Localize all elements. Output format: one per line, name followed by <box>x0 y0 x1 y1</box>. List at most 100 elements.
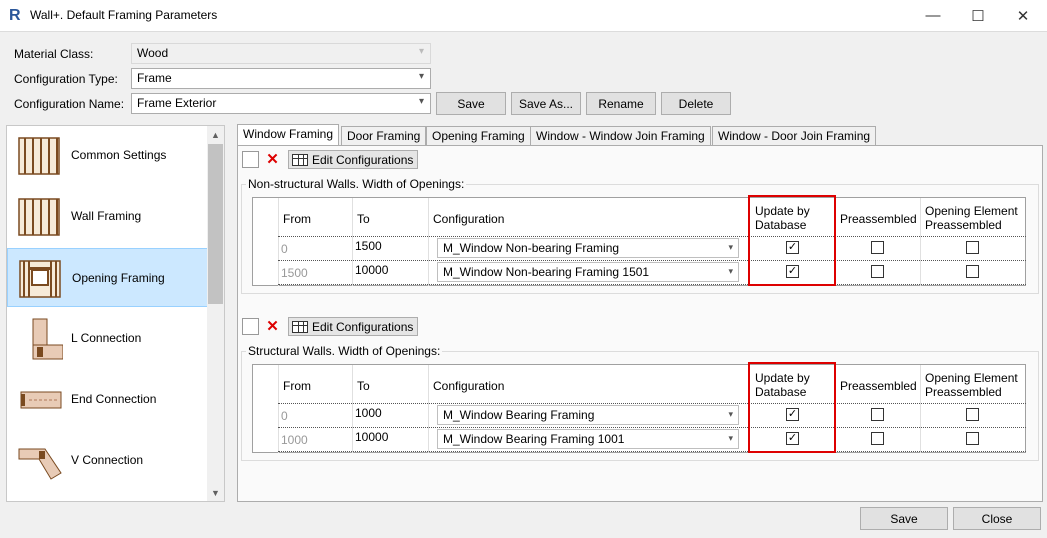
configuration-value: M_Window Bearing Framing <box>443 408 595 422</box>
preassembled-checkbox[interactable] <box>871 408 884 421</box>
nav-label: Common Settings <box>71 148 167 162</box>
tab-window-window-join-framing[interactable]: Window - Window Join Framing <box>530 126 711 145</box>
tab-opening-framing[interactable]: Opening Framing <box>426 126 531 145</box>
close-window-button[interactable]: ✕ <box>1000 0 1046 31</box>
configuration-name-value: Frame Exterior <box>137 96 217 110</box>
chevron-down-icon: ▾ <box>728 242 733 252</box>
table-icon <box>292 321 308 333</box>
column-header-preassembled: Preassembled <box>840 379 917 393</box>
configuration-name-select[interactable]: Frame Exterior ▾ <box>131 93 431 114</box>
window-title: Wall+. Default Framing Parameters <box>30 8 218 22</box>
l-connection-icon <box>32 318 63 360</box>
configuration-value: M_Window Non-bearing Framing 1501 <box>443 265 650 279</box>
minimize-button[interactable]: — <box>910 0 956 31</box>
nonstructural-table: From To Configuration Update by Database… <box>252 197 1026 286</box>
material-class-select: Wood ▾ <box>131 43 431 64</box>
to-cell[interactable]: 1500 <box>355 239 382 253</box>
column-header-from: From <box>283 212 311 226</box>
configuration-name-label: Configuration Name: <box>14 97 125 111</box>
column-header-from: From <box>283 379 311 393</box>
delete-button[interactable]: Delete <box>661 92 731 115</box>
configuration-type-value: Frame <box>137 71 172 85</box>
new-row-icon[interactable] <box>242 151 259 168</box>
nav-scrollbar[interactable]: ▲ ▼ <box>207 126 224 501</box>
nav-item-opening-framing[interactable]: Opening Framing <box>7 248 208 307</box>
structural-table: From To Configuration Update by Database… <box>252 364 1026 453</box>
highlight-box <box>748 195 836 286</box>
new-row-icon[interactable] <box>242 318 259 335</box>
preassembled-checkbox[interactable] <box>871 241 884 254</box>
chevron-down-icon: ▾ <box>418 96 424 107</box>
tab-door-framing[interactable]: Door Framing <box>341 126 427 145</box>
nav-label: L Connection <box>71 331 142 345</box>
configuration-type-label: Configuration Type: <box>14 72 118 86</box>
highlight-box <box>748 362 836 453</box>
configuration-type-select[interactable]: Frame ▾ <box>131 68 431 89</box>
edit-configurations-button[interactable]: Edit Configurations <box>288 150 419 169</box>
delete-row-icon[interactable]: ✕ <box>264 151 281 168</box>
nav-label: Opening Framing <box>72 271 165 285</box>
chevron-down-icon: ▾ <box>728 433 733 443</box>
preassembled-checkbox[interactable] <box>871 265 884 278</box>
column-header-opening-element-preassembled: Opening Element Preassembled <box>925 371 1018 399</box>
nav-item-l-connection[interactable]: L Connection <box>7 309 208 368</box>
v-connection-icon <box>18 448 62 480</box>
scroll-down-icon[interactable]: ▼ <box>207 484 224 501</box>
save-button[interactable]: Save <box>860 507 948 530</box>
to-cell[interactable]: 1000 <box>355 406 382 420</box>
scroll-up-icon[interactable]: ▲ <box>207 126 224 143</box>
configuration-value: M_Window Bearing Framing 1001 <box>443 432 625 446</box>
preassembled-checkbox[interactable] <box>871 432 884 445</box>
studs-icon <box>18 137 60 175</box>
from-cell[interactable]: 1000 <box>281 433 308 447</box>
opening-element-preassembled-checkbox[interactable] <box>966 408 979 421</box>
save-configuration-button[interactable]: Save <box>436 92 506 115</box>
from-cell[interactable]: 0 <box>281 409 288 423</box>
chevron-down-icon: ▾ <box>418 46 424 57</box>
to-cell[interactable]: 10000 <box>355 263 388 277</box>
nav-item-end-connection[interactable]: End Connection <box>7 370 208 429</box>
configuration-select[interactable]: M_Window Non-bearing Framing 1501 ▾ <box>437 262 739 282</box>
end-connection-icon <box>20 391 62 409</box>
settings-nav-panel: Common Settings Wall Framing Opening Fra… <box>6 125 225 502</box>
structural-title: Structural Walls. Width of Openings: <box>246 344 443 358</box>
nav-item-common-settings[interactable]: Common Settings <box>7 126 208 185</box>
edit-configurations-button[interactable]: Edit Configurations <box>288 317 419 336</box>
table-icon <box>292 154 308 166</box>
configuration-select[interactable]: M_Window Non-bearing Framing ▾ <box>437 238 739 258</box>
column-header-configuration: Configuration <box>433 212 505 226</box>
nav-label: V Connection <box>71 453 144 467</box>
tab-window-framing[interactable]: Window Framing <box>237 124 340 146</box>
rename-button[interactable]: Rename <box>586 92 656 115</box>
chevron-down-icon: ▾ <box>728 266 733 276</box>
studs-icon <box>18 198 60 236</box>
tab-window-door-join-framing[interactable]: Window - Door Join Framing <box>712 126 877 145</box>
window-frame-icon <box>19 260 61 298</box>
column-header-preassembled: Preassembled <box>840 212 917 226</box>
configuration-select[interactable]: M_Window Bearing Framing ▾ <box>437 405 739 425</box>
delete-row-icon[interactable]: ✕ <box>264 318 281 335</box>
to-cell[interactable]: 10000 <box>355 430 388 444</box>
chevron-down-icon: ▾ <box>418 71 424 82</box>
column-header-opening-element-preassembled: Opening Element Preassembled <box>925 204 1018 232</box>
revit-app-icon: R <box>9 7 21 24</box>
configuration-value: M_Window Non-bearing Framing <box>443 241 620 255</box>
scrollbar-thumb[interactable] <box>208 144 223 304</box>
column-header-to: To <box>357 379 370 393</box>
opening-element-preassembled-checkbox[interactable] <box>966 241 979 254</box>
from-cell[interactable]: 1500 <box>281 266 308 280</box>
save-as-button[interactable]: Save As... <box>511 92 581 115</box>
nav-label: Wall Framing <box>71 209 142 223</box>
opening-element-preassembled-checkbox[interactable] <box>966 265 979 278</box>
material-class-label: Material Class: <box>14 47 94 61</box>
nav-label: End Connection <box>71 392 157 406</box>
nav-item-v-connection[interactable]: V Connection <box>7 431 208 490</box>
nonstructural-title: Non-structural Walls. Width of Openings: <box>246 177 467 191</box>
configuration-select[interactable]: M_Window Bearing Framing 1001 ▾ <box>437 429 739 449</box>
nav-item-wall-framing[interactable]: Wall Framing <box>7 187 208 246</box>
from-cell[interactable]: 0 <box>281 242 288 256</box>
edit-configurations-label: Edit Configurations <box>312 153 414 167</box>
maximize-button[interactable]: ☐ <box>955 0 1001 31</box>
close-button[interactable]: Close <box>953 507 1041 530</box>
opening-element-preassembled-checkbox[interactable] <box>966 432 979 445</box>
